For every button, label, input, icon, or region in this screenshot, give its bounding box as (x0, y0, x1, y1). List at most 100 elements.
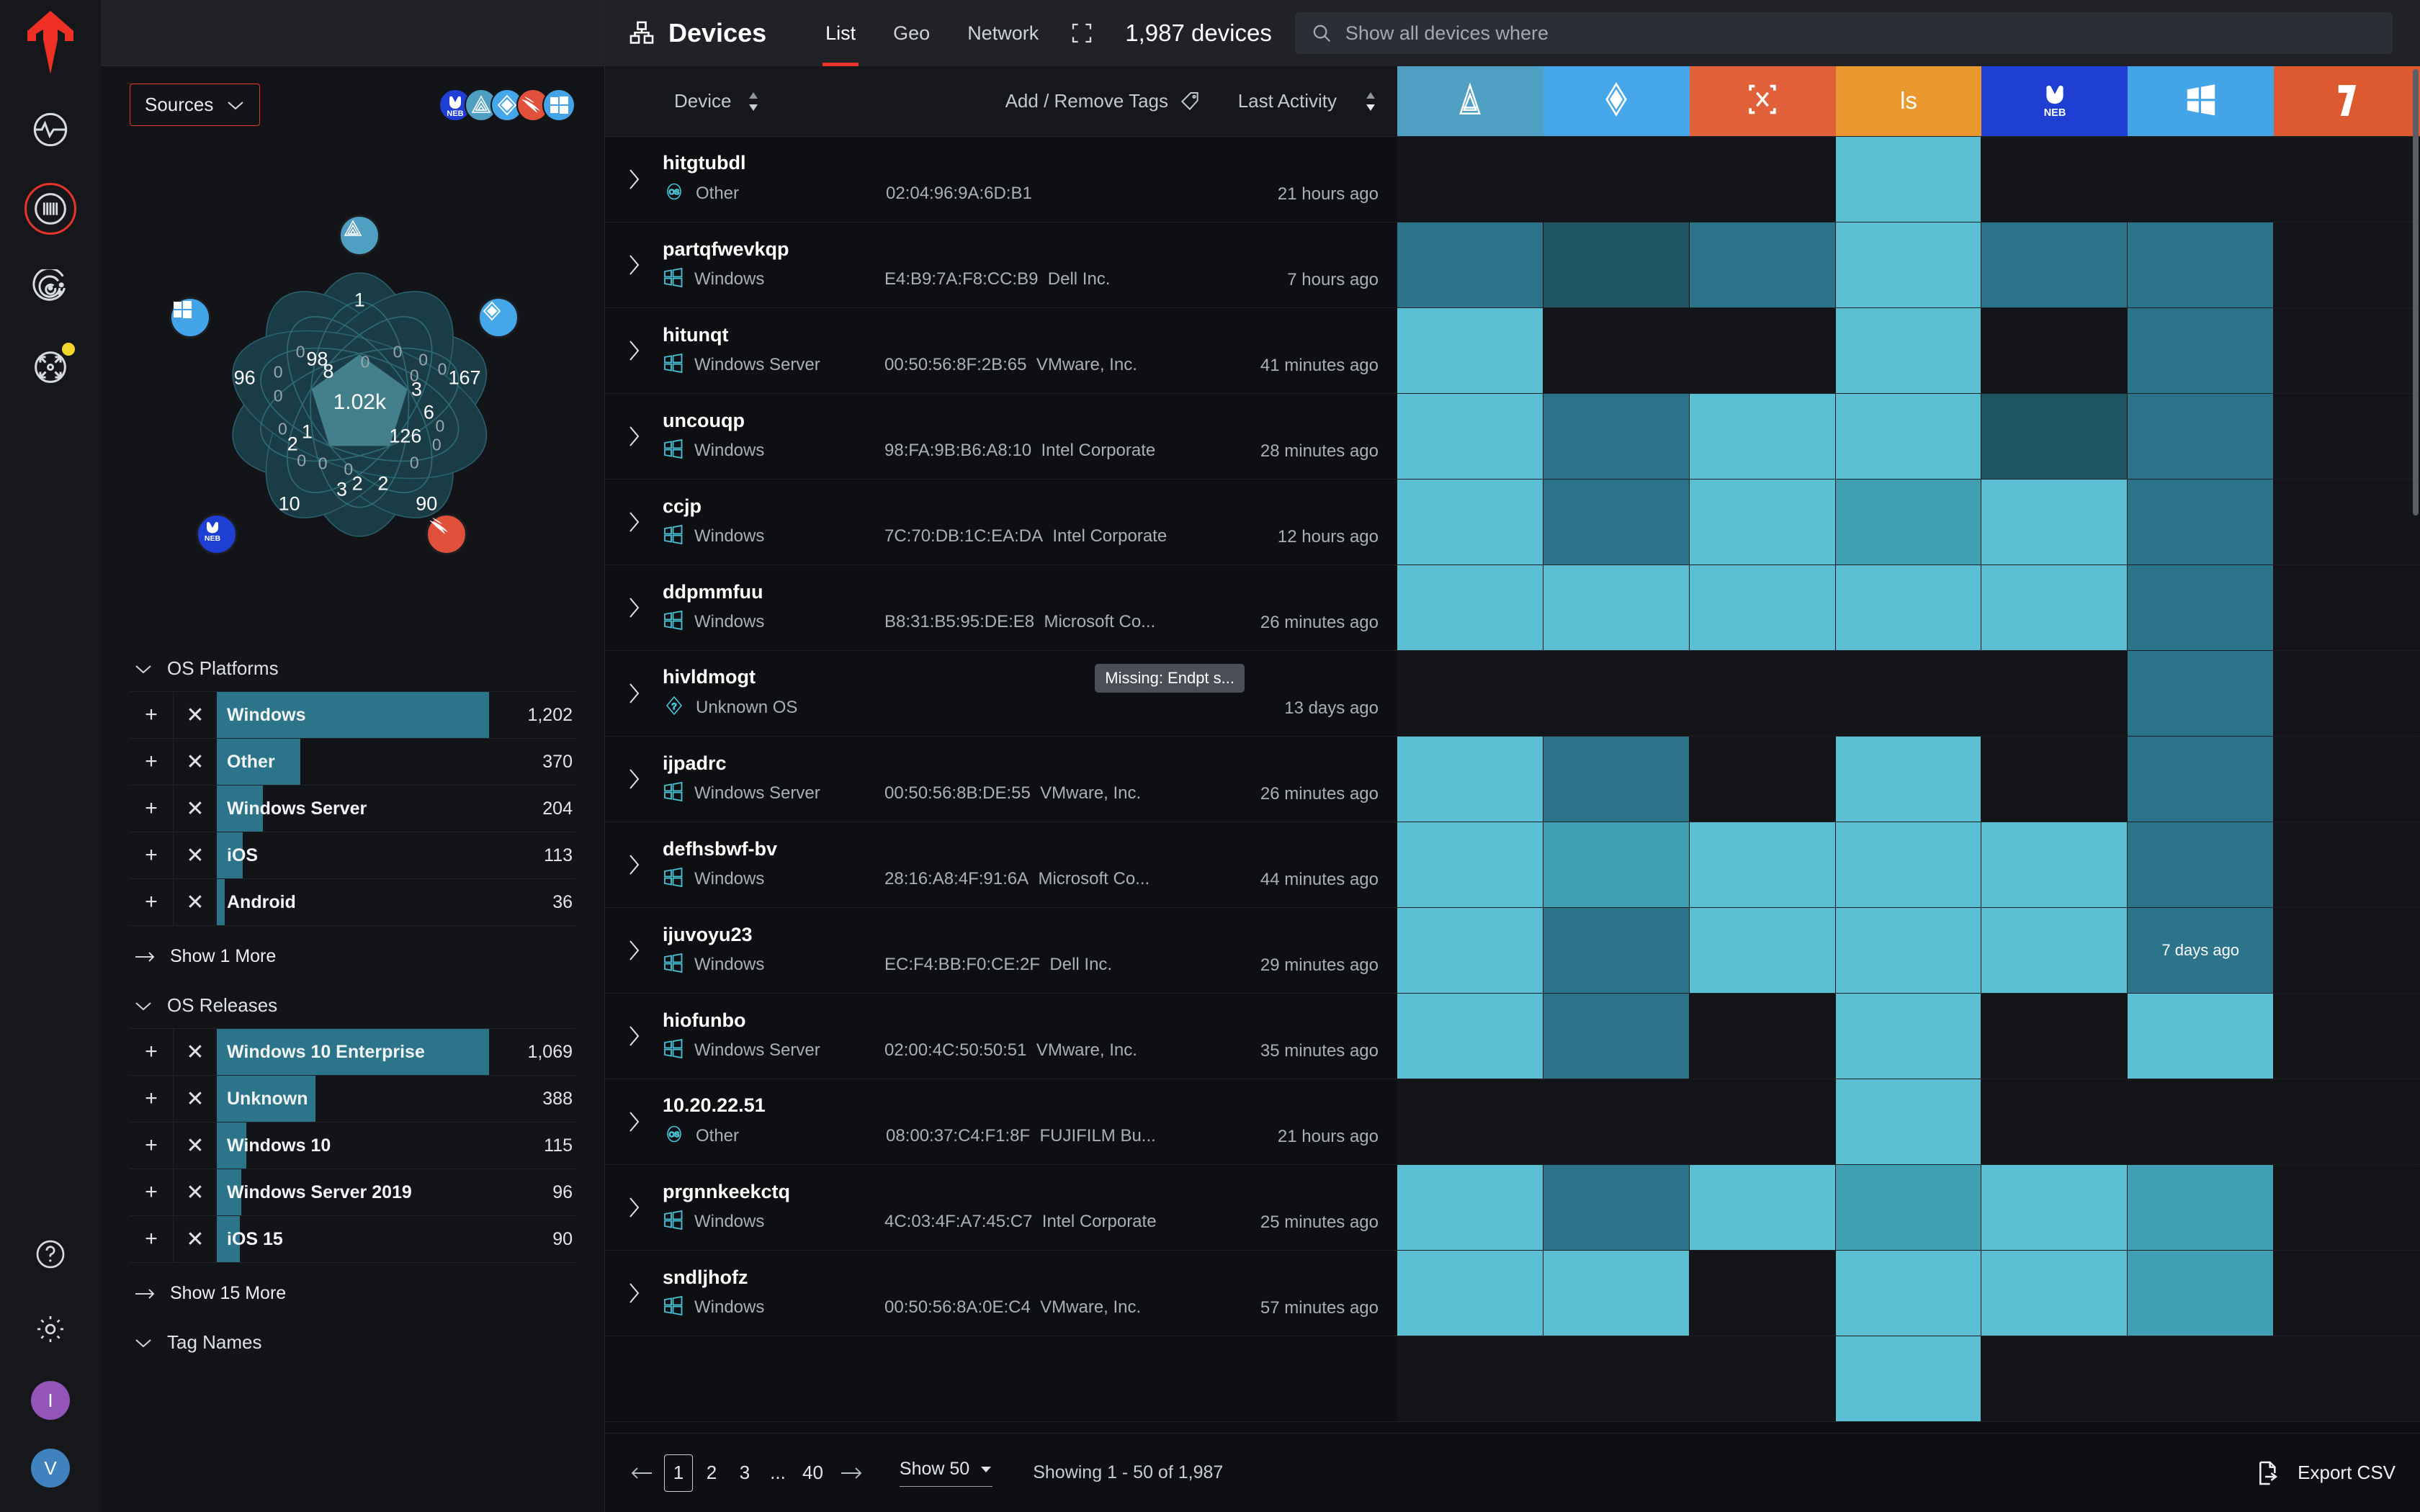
microsoft-chip[interactable] (169, 297, 211, 339)
help-icon[interactable] (27, 1231, 73, 1277)
source-cell[interactable] (1543, 394, 1690, 479)
tab-list[interactable]: List (807, 0, 874, 66)
facet-row[interactable]: + ✕ iOS 15 90 (130, 1216, 575, 1263)
source-cell[interactable] (1689, 565, 1836, 650)
vendor-logo[interactable] (18, 10, 83, 75)
source-cell[interactable] (2128, 651, 2275, 736)
source-cell[interactable] (1397, 565, 1543, 650)
avatar-org[interactable]: V (31, 1449, 70, 1488)
row-expand-chevron[interactable] (605, 510, 663, 534)
source-cell[interactable] (1835, 908, 1982, 993)
row-expand-chevron[interactable] (605, 1024, 663, 1048)
facet-include-button[interactable]: + (130, 832, 173, 878)
facet-include-button[interactable]: + (130, 1076, 173, 1122)
facet-show-more[interactable]: Show 15 More (130, 1263, 575, 1308)
source-cell[interactable] (1543, 737, 1690, 822)
search-input[interactable]: Show all devices where (1294, 12, 2393, 54)
page-button-40[interactable]: 40 (797, 1454, 829, 1492)
inventory-icon[interactable] (24, 183, 76, 235)
facet-row[interactable]: + ✕ Windows 10 115 (130, 1122, 575, 1169)
source-cell[interactable] (1397, 394, 1543, 479)
row-expand-chevron[interactable] (605, 167, 663, 192)
source-cell[interactable] (1689, 137, 1836, 222)
source-cell[interactable] (1981, 1336, 2128, 1421)
source-cell[interactable] (2274, 908, 2420, 993)
source-cell[interactable] (1835, 1079, 1982, 1164)
sources-button[interactable]: Sources (130, 84, 261, 126)
sort-activity-icon[interactable] (1364, 91, 1377, 111)
source-cell[interactable] (1689, 222, 1836, 307)
lansweeper-column[interactable]: ls (1835, 66, 1982, 136)
table-row[interactable]: hiofunbo Windows Server 02:00:4C:50:50:51 … (605, 994, 2420, 1079)
page-button-1[interactable]: 1 (664, 1454, 693, 1492)
source-cell[interactable] (1543, 137, 1690, 222)
source-cell[interactable] (1397, 908, 1543, 993)
source-cell[interactable] (2274, 994, 2420, 1079)
source-cell[interactable] (1689, 908, 1836, 993)
table-row[interactable]: prgnnkeekctq Windows 4C:03:4F:A7:45:C7 Int… (605, 1165, 2420, 1251)
sentinelone-chip[interactable] (477, 297, 519, 339)
source-cell[interactable] (2128, 1165, 2275, 1250)
table-row[interactable]: hitgtubdl OS Other 02:04:96:9A:6D:B1 21 hou… (605, 137, 2420, 222)
source-cell[interactable] (1981, 1079, 2128, 1164)
source-cell[interactable] (1397, 222, 1543, 307)
source-cell[interactable] (1981, 565, 2128, 650)
facet-include-button[interactable]: + (130, 1029, 173, 1075)
source-cell[interactable] (1397, 651, 1543, 736)
row-expand-chevron[interactable] (605, 338, 663, 363)
page-button-3[interactable]: 3 (730, 1454, 759, 1492)
source-cell[interactable] (1543, 994, 1690, 1079)
table-row[interactable]: ccjp Windows 7C:70:DB:1C:EA:DA Intel Corpo… (605, 480, 2420, 565)
source-cell[interactable] (2274, 1165, 2420, 1250)
row-expand-chevron[interactable] (605, 681, 663, 706)
row-expand-chevron[interactable] (605, 424, 663, 449)
table-scrollbar[interactable] (2413, 69, 2419, 516)
facet-exclude-button[interactable]: ✕ (174, 879, 217, 925)
source-cell[interactable] (2274, 308, 2420, 393)
table-row[interactable]: hivldmogt? Unknown OS 13 days ago Missing: … (605, 651, 2420, 737)
source-cell[interactable] (1397, 137, 1543, 222)
source-cell[interactable] (1835, 1251, 1982, 1336)
source-cell[interactable] (1543, 1336, 1690, 1421)
source-cell[interactable] (1397, 1336, 1543, 1421)
row-expand-chevron[interactable] (605, 767, 663, 791)
source-cell[interactable] (1689, 994, 1836, 1079)
facet-exclude-button[interactable]: ✕ (174, 1076, 217, 1122)
tab-geo[interactable]: Geo (874, 0, 949, 66)
source-cell[interactable] (1981, 308, 2128, 393)
source-cell[interactable] (1543, 822, 1690, 907)
source-cell[interactable] (1835, 394, 1982, 479)
facet-exclude-button[interactable]: ✕ (174, 1122, 217, 1169)
facet-header-os-releases[interactable]: OS Releases (130, 984, 575, 1028)
source-cell[interactable] (2274, 394, 2420, 479)
expand-icon[interactable] (1070, 22, 1093, 45)
avatar-user[interactable]: I (31, 1381, 70, 1420)
source-cell[interactable] (2128, 737, 2275, 822)
tab-network[interactable]: Network (949, 0, 1057, 66)
facet-show-more[interactable]: Show 1 More (130, 926, 575, 971)
source-cell[interactable] (1835, 137, 1982, 222)
table-row[interactable]: ijpadrc Windows Server 00:50:56:8B:DE:55 V… (605, 737, 2420, 822)
source-cell[interactable] (2128, 480, 2275, 564)
facet-exclude-button[interactable]: ✕ (174, 739, 217, 785)
sort-device-icon[interactable] (747, 91, 760, 111)
rapid7-column[interactable] (2274, 66, 2420, 136)
radar-icon[interactable] (27, 265, 73, 311)
table-row[interactable]: partqfwevkqp Windows E4:B9:7A:F8:CC:B9 Del… (605, 222, 2420, 308)
source-cell[interactable] (1397, 1079, 1543, 1164)
table-row[interactable]: uncouqp Windows 98:FA:9B:B6:A8:10 Intel Co… (605, 394, 2420, 480)
source-cell[interactable] (2128, 1336, 2275, 1421)
source-cell[interactable] (2128, 822, 2275, 907)
source-cell[interactable] (2128, 1251, 2275, 1336)
source-cell[interactable] (2274, 222, 2420, 307)
source-cell[interactable] (2274, 480, 2420, 564)
facet-row[interactable]: + ✕ Windows Server 204 (130, 786, 575, 832)
source-cell[interactable] (2274, 1251, 2420, 1336)
export-csv-button[interactable]: Export CSV (2254, 1459, 2396, 1488)
facet-row[interactable]: + ✕ Windows 10 Enterprise 1,069 (130, 1029, 575, 1076)
facet-exclude-button[interactable]: ✕ (174, 1169, 217, 1215)
source-cell[interactable] (1689, 394, 1836, 479)
source-cell[interactable] (1689, 480, 1836, 564)
source-cell[interactable] (1543, 1251, 1690, 1336)
source-cell[interactable] (2128, 994, 2275, 1079)
